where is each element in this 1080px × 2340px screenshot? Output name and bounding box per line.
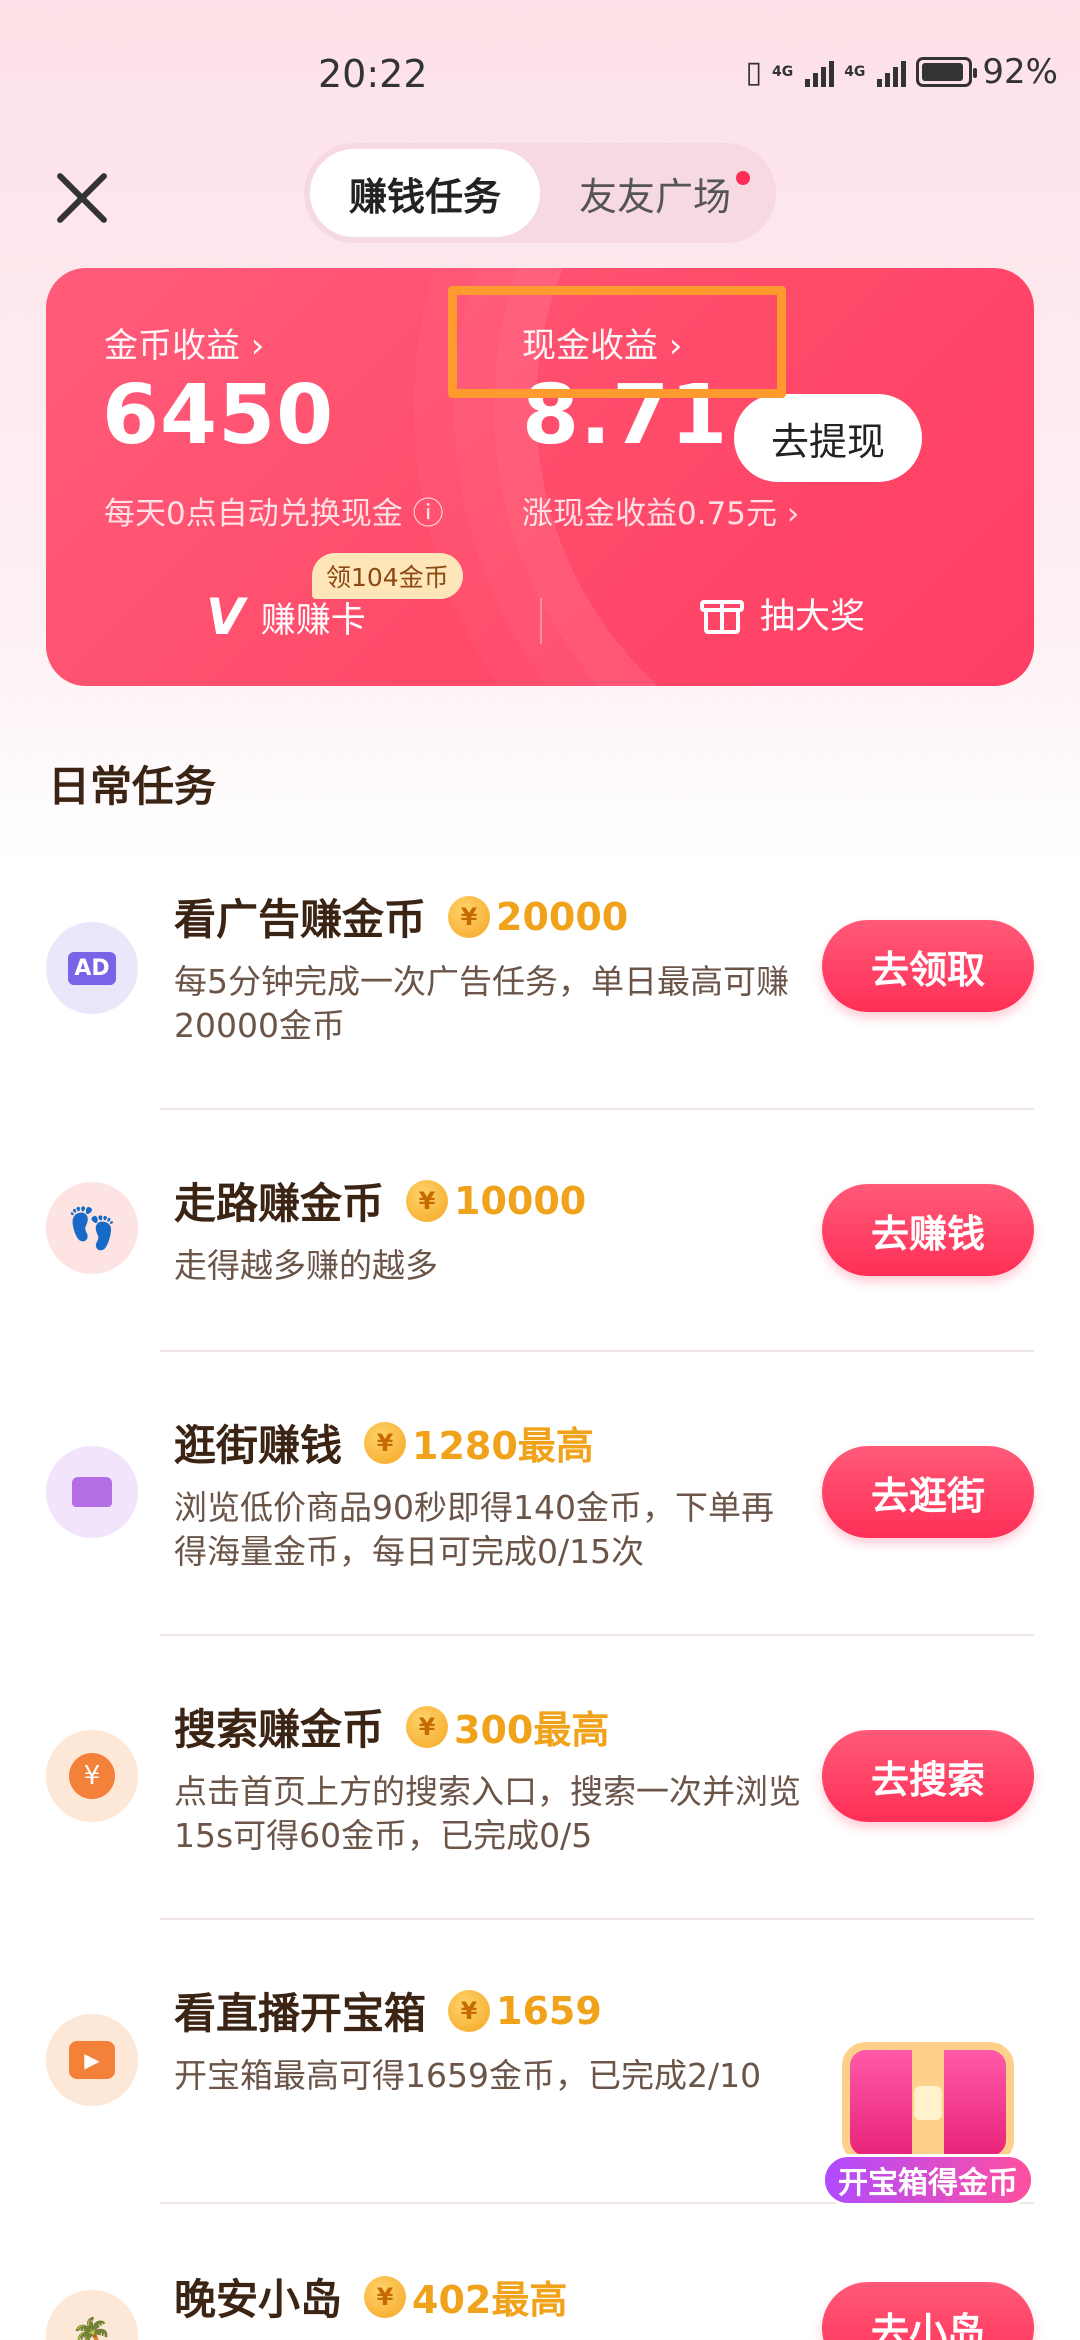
ad-icon: AD xyxy=(46,922,138,1014)
battery-icon xyxy=(916,57,978,87)
task-title-walk-text: 走路赚金币 xyxy=(174,1179,385,1228)
chest-lock-icon xyxy=(914,2086,942,2120)
battery-percent: 92% xyxy=(982,52,1058,92)
coin-icon: ¥ xyxy=(448,1989,491,2032)
network-type-2: 4G xyxy=(844,64,866,80)
coin-icon: ¥ xyxy=(364,1421,407,1464)
task-divider xyxy=(160,1918,1034,1920)
vibrate-icon: ▯ xyxy=(745,54,762,90)
task-reward-island: 402最高 xyxy=(412,2278,568,2322)
tab-earn-tasks[interactable]: 赚钱任务 xyxy=(310,149,540,237)
coin-icon: ¥ xyxy=(406,1179,449,1222)
signal-icon-2 xyxy=(877,57,907,87)
coin-reward-badge: 领104金币 xyxy=(312,553,463,599)
ad-icon-text: AD xyxy=(68,951,116,985)
battery-level xyxy=(922,63,963,81)
go-island-button[interactable]: 去小岛 xyxy=(822,2282,1034,2340)
signal-icon xyxy=(805,57,835,87)
withdraw-button[interactable]: 去提现 xyxy=(734,394,922,482)
task-reward-live: 1659 xyxy=(496,1988,602,2033)
go-shopping-button[interactable]: 去逛街 xyxy=(822,1446,1034,1538)
coin-income-link[interactable]: 金币收益 › xyxy=(104,318,264,367)
treasure-chest-widget[interactable]: 开宝箱得金币 xyxy=(822,2014,1034,2210)
task-desc-ads: 每5分钟完成一次广告任务，单日最高可赚20000金币 xyxy=(174,962,789,1045)
go-search-button[interactable]: 去搜索 xyxy=(822,1730,1034,1822)
status-bar: 20:22 ▯ 4G 4G 92% xyxy=(0,0,1080,150)
shop-glyph xyxy=(72,1477,112,1507)
card-divider xyxy=(540,598,542,644)
task-divider xyxy=(160,1634,1034,1636)
task-title-walk: 走路赚金币 ¥ 10000 xyxy=(174,1170,586,1231)
shop-icon xyxy=(46,1446,138,1538)
task-reward-walk: 10000 xyxy=(454,1178,587,1223)
task-title-island: 晚安小岛 ¥ 402最高 xyxy=(174,2266,567,2327)
task-title-island-text: 晚安小岛 xyxy=(174,2275,343,2324)
coin-income-note[interactable]: 每天0点自动兑换现金 ⓘ xyxy=(104,488,444,533)
open-chest-label: 开宝箱得金币 xyxy=(822,2154,1034,2206)
earn-walk-button[interactable]: 去赚钱 xyxy=(822,1184,1034,1276)
task-divider xyxy=(160,1350,1034,1352)
task-reward-shopping: 1280最高 xyxy=(412,1424,594,1468)
yuan-glyph: ¥ xyxy=(69,1753,115,1799)
coin-icon: ¥ xyxy=(448,895,491,938)
live-tv-glyph: ▶ xyxy=(69,2041,115,2079)
lucky-draw-entry[interactable]: 抽大奖 xyxy=(700,588,865,639)
earn-card-label: 赚赚卡 xyxy=(260,600,366,641)
task-title-ads-text: 看广告赚金币 xyxy=(174,895,427,944)
coin-icon: ¥ xyxy=(406,1705,449,1748)
claim-ads-button[interactable]: 去领取 xyxy=(822,920,1034,1012)
island-icon: 🌴 xyxy=(46,2290,138,2340)
task-reward-ads: 20000 xyxy=(496,894,629,939)
task-desc-search: 点击首页上方的搜索入口，搜索一次并浏览15s可得60金币，已完成0/5 xyxy=(174,1772,801,1855)
yuan-icon: ¥ xyxy=(46,1730,138,1822)
task-title-shopping-text: 逛街赚钱 xyxy=(174,1421,343,1470)
tab-friends-square-label: 友友广场 xyxy=(578,174,731,219)
daily-tasks-title: 日常任务 xyxy=(48,762,217,811)
cash-income-highlight xyxy=(448,286,786,398)
task-desc-live: 开宝箱最高可得1659金币，已完成2/10 xyxy=(174,2056,762,2095)
task-divider xyxy=(160,1108,1034,1110)
task-title-ads: 看广告赚金币 ¥ 20000 xyxy=(174,886,628,947)
tab-friends-square[interactable]: 友友广场 xyxy=(540,149,770,237)
network-type-1: 4G xyxy=(771,64,794,80)
status-icons: ▯ 4G 4G 92% xyxy=(745,52,1058,92)
lucky-draw-label: 抽大奖 xyxy=(760,597,866,637)
close-icon[interactable] xyxy=(52,168,112,228)
task-reward-search: 300最高 xyxy=(454,1708,610,1752)
task-title-live-text: 看直播开宝箱 xyxy=(174,1989,427,2038)
cash-boost-link[interactable]: 涨现金收益0.75元 › xyxy=(522,488,799,533)
task-title-live: 看直播开宝箱 ¥ 1659 xyxy=(174,1980,602,2041)
task-desc-shopping: 浏览低价商品90秒即得140金币，下单再得海量金币，每日可完成0/15次 xyxy=(174,1488,774,1571)
live-tv-icon: ▶ xyxy=(46,2014,138,2106)
v-card-icon: V xyxy=(206,588,245,646)
coin-income-value: 6450 xyxy=(102,368,335,463)
status-time: 20:22 xyxy=(318,52,428,96)
tab-bar: 赚钱任务 友友广场 xyxy=(304,143,776,243)
notification-dot xyxy=(736,171,750,185)
task-title-shopping: 逛街赚钱 ¥ 1280最高 xyxy=(174,1412,594,1473)
coin-icon: ¥ xyxy=(364,2275,407,2318)
task-desc-walk: 走得越多赚的越多 xyxy=(174,1246,438,1285)
footprints-glyph: 👣 xyxy=(67,1205,117,1252)
task-title-search: 搜索赚金币 ¥ 300最高 xyxy=(174,1696,609,1757)
gift-icon xyxy=(700,592,744,636)
task-title-search-text: 搜索赚金币 xyxy=(174,1705,385,1754)
island-glyph: 🌴 xyxy=(70,2316,114,2340)
footprints-icon: 👣 xyxy=(46,1182,138,1274)
